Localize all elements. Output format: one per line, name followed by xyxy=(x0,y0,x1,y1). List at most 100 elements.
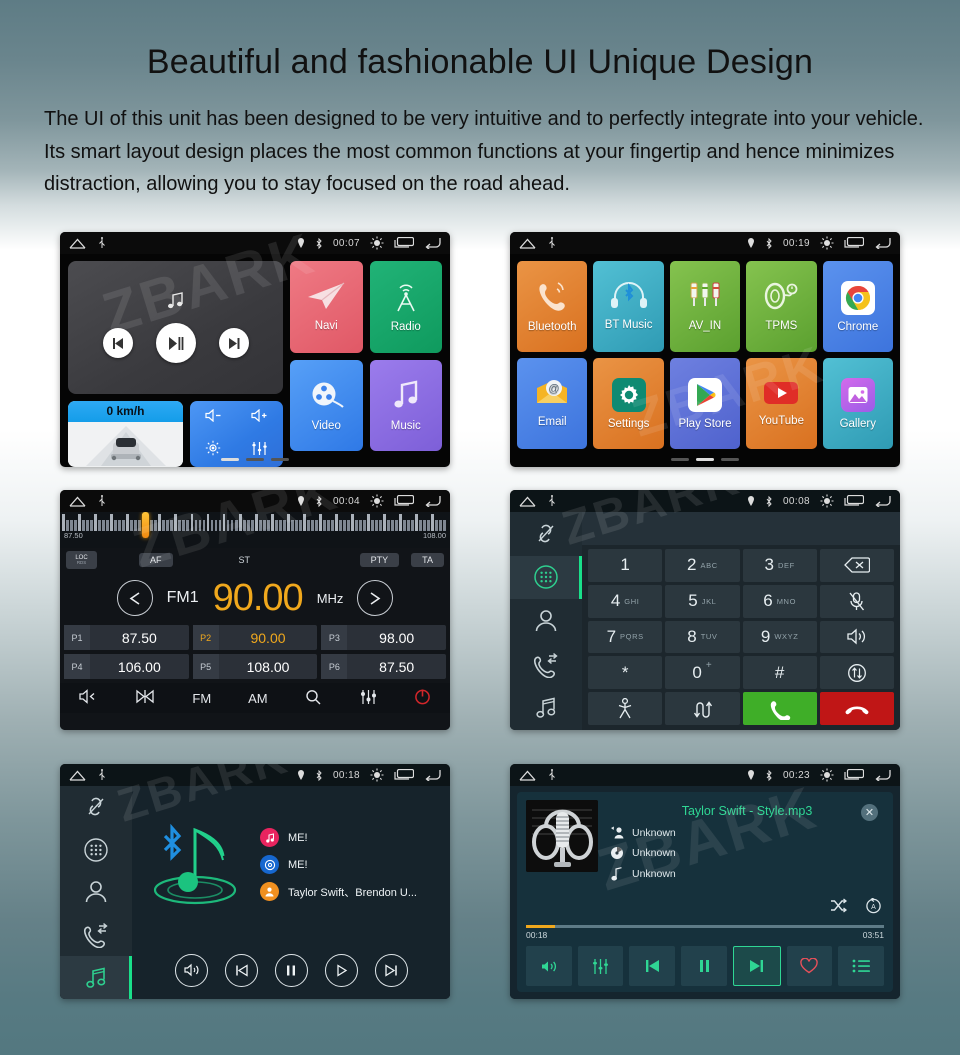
volume-icon[interactable] xyxy=(526,946,572,986)
playlist-icon[interactable] xyxy=(838,946,885,986)
pty-button[interactable]: PTY xyxy=(359,553,400,567)
call-end-icon[interactable] xyxy=(819,692,894,725)
recents-icon[interactable] xyxy=(844,237,864,249)
volume-icon[interactable] xyxy=(174,953,208,987)
favorite-icon[interactable] xyxy=(786,946,833,986)
seek-up-button[interactable] xyxy=(357,580,394,616)
tile-music[interactable]: Music xyxy=(369,359,442,451)
volume-down-icon[interactable] xyxy=(205,408,222,427)
app-tpms[interactable]: TPMS xyxy=(746,261,817,352)
prev-icon[interactable] xyxy=(224,953,258,987)
preset-p2[interactable]: P2 90.00 xyxy=(192,625,318,650)
app-settings[interactable]: Settings xyxy=(593,358,664,449)
key-6[interactable]: 6 MNO xyxy=(742,584,817,618)
key-star[interactable]: * xyxy=(588,656,663,690)
app-youtube[interactable]: YouTube xyxy=(746,358,817,449)
search-icon[interactable] xyxy=(305,689,322,708)
key-9[interactable]: 9 WXYZ xyxy=(742,620,817,654)
home-icon[interactable] xyxy=(69,770,86,781)
next-icon[interactable] xyxy=(732,946,781,986)
back-icon[interactable] xyxy=(874,769,891,781)
fm-button[interactable]: FM xyxy=(192,691,211,706)
sidebar-item-contacts[interactable] xyxy=(510,599,582,643)
key-2[interactable]: 2 ABC xyxy=(665,549,740,582)
play-pause-button[interactable] xyxy=(155,323,196,363)
app-play-store[interactable]: Play Store xyxy=(669,358,741,449)
dial-needle[interactable] xyxy=(142,512,149,538)
app-bt-music[interactable]: BT Music xyxy=(593,261,664,352)
backspace-icon[interactable] xyxy=(819,549,894,582)
home-icon[interactable] xyxy=(519,238,536,249)
pause-icon[interactable] xyxy=(681,946,727,986)
preset-p4[interactable]: P4 106.00 xyxy=(64,654,189,679)
app-chrome[interactable]: Chrome xyxy=(822,261,893,352)
recents-icon[interactable] xyxy=(844,769,864,781)
key-1[interactable]: 1 xyxy=(588,549,663,582)
call-answer-icon[interactable] xyxy=(742,692,817,725)
page-indicator[interactable] xyxy=(60,458,450,461)
equalizer-icon[interactable] xyxy=(359,689,378,708)
seek-area[interactable]: 00:18 03:51 xyxy=(526,925,884,940)
sidebar-item-contacts[interactable] xyxy=(60,871,132,914)
am-button[interactable]: AM xyxy=(248,691,268,706)
sidebar-item-bt-link[interactable] xyxy=(510,512,582,556)
brightness-icon[interactable] xyxy=(820,236,834,250)
tuning-dial[interactable]: 87.50 108.00 xyxy=(60,512,450,548)
home-icon[interactable] xyxy=(69,238,86,249)
brightness-icon[interactable] xyxy=(820,494,834,508)
sidebar-item-bt-music[interactable] xyxy=(60,956,132,999)
home-icon[interactable] xyxy=(519,770,536,781)
preset-p1[interactable]: P1 87.50 xyxy=(64,625,189,650)
key-7[interactable]: 7 PQRS xyxy=(588,620,663,654)
equalizer-icon[interactable] xyxy=(577,946,624,986)
volume-up-icon[interactable] xyxy=(251,408,268,427)
tile-navi[interactable]: Navi xyxy=(290,261,363,353)
home-icon[interactable] xyxy=(519,496,536,507)
conference-icon[interactable] xyxy=(588,692,663,725)
brightness-icon[interactable] xyxy=(370,236,384,250)
sidebar-item-keypad[interactable] xyxy=(60,829,132,872)
back-icon[interactable] xyxy=(424,495,441,507)
switch-icon[interactable] xyxy=(665,692,740,725)
sidebar-item-call-log[interactable] xyxy=(510,643,582,687)
sidebar-item-call-log[interactable] xyxy=(60,914,132,957)
speaker-icon[interactable] xyxy=(819,620,894,654)
recents-icon[interactable] xyxy=(844,495,864,507)
mute-icon[interactable] xyxy=(78,689,98,707)
seek-bar[interactable] xyxy=(526,925,884,928)
brightness-icon[interactable] xyxy=(370,768,384,782)
app-email[interactable]: @ Email xyxy=(517,358,588,449)
number-display[interactable] xyxy=(582,512,900,545)
next-icon[interactable] xyxy=(374,953,408,987)
tile-radio[interactable]: Radio xyxy=(369,261,442,353)
loc-button[interactable]: LOC RDS xyxy=(66,551,97,569)
close-icon[interactable]: ✕ xyxy=(861,804,878,821)
prev-icon[interactable] xyxy=(629,946,676,986)
key-4[interactable]: 4 GHI xyxy=(588,584,663,618)
play-icon[interactable] xyxy=(324,953,358,987)
media-widget[interactable] xyxy=(68,261,283,394)
ta-button[interactable]: TA xyxy=(411,553,444,567)
next-button[interactable] xyxy=(218,328,249,358)
pause-icon[interactable] xyxy=(274,953,308,987)
back-icon[interactable] xyxy=(424,769,441,781)
repeat-all-icon[interactable]: A xyxy=(865,897,882,919)
key-8[interactable]: 8 TUV xyxy=(665,620,740,654)
back-icon[interactable] xyxy=(424,237,441,249)
prev-button[interactable] xyxy=(102,328,133,358)
transfer-icon[interactable] xyxy=(819,656,894,690)
recents-icon[interactable] xyxy=(394,237,414,249)
key-5[interactable]: 5 JKL xyxy=(665,584,740,618)
recents-icon[interactable] xyxy=(394,769,414,781)
sidebar-item-keypad[interactable] xyxy=(510,555,582,600)
scan-icon[interactable] xyxy=(135,689,155,707)
app-gallery[interactable]: Gallery xyxy=(822,358,893,449)
power-icon[interactable] xyxy=(414,688,431,708)
app-av-in[interactable]: AV_IN xyxy=(669,261,741,352)
recents-icon[interactable] xyxy=(394,495,414,507)
sidebar-item-bt-music[interactable] xyxy=(510,686,582,730)
preset-p3[interactable]: P3 98.00 xyxy=(321,625,447,650)
sidebar-item-bt-link[interactable] xyxy=(60,786,132,829)
page-indicator[interactable] xyxy=(510,458,900,461)
home-icon[interactable] xyxy=(69,496,86,507)
